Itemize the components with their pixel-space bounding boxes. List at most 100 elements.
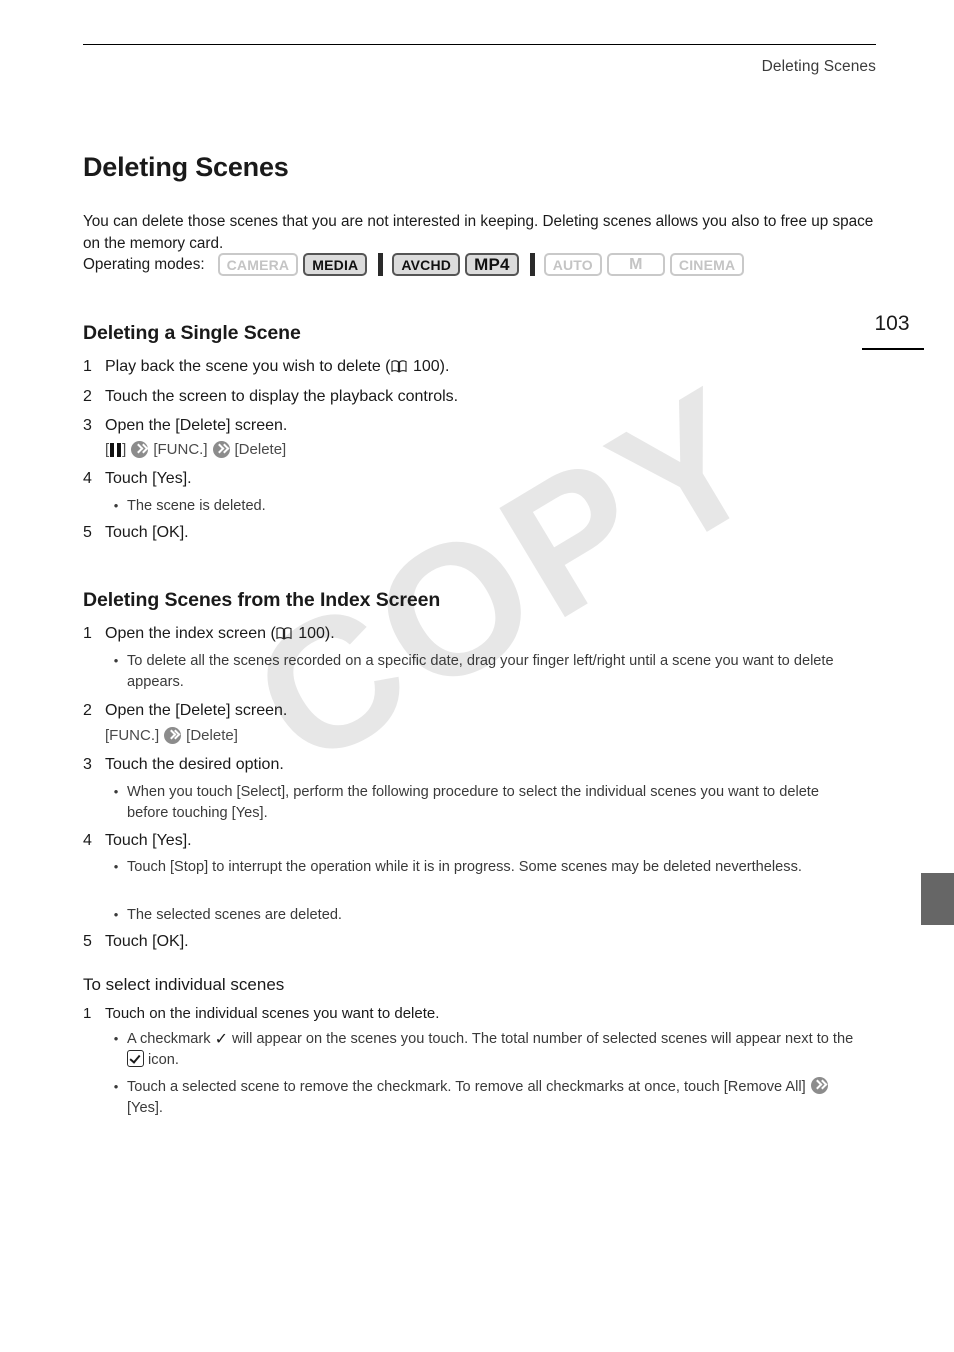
- badge-auto: AUTO: [543, 253, 602, 276]
- menu-func: [FUNC.]: [105, 727, 160, 744]
- checkmark-icon: ✓: [214, 1031, 228, 1048]
- mode-separator-1: [378, 253, 384, 276]
- double-chevron-arrow-icon: [131, 441, 149, 458]
- bullet-dot: •: [113, 784, 119, 799]
- page-number: 103: [874, 312, 910, 335]
- step-number: 5: [83, 933, 92, 950]
- double-chevron-arrow-icon: [212, 441, 230, 458]
- step-text-part: 100).: [408, 358, 450, 375]
- bullet-text-part: [Yes].: [127, 1100, 163, 1117]
- step-text-part: Open the index screen (: [105, 625, 276, 642]
- page-number-rule: [862, 348, 924, 350]
- step-number: 1: [83, 625, 92, 642]
- bullet-text: To delete all the scenes recorded on a s…: [127, 653, 834, 691]
- step-single-3: 3 Open the [Delete] screen.: [83, 416, 287, 437]
- badge-manual: M: [606, 253, 665, 276]
- double-chevron-arrow-icon: [164, 727, 182, 744]
- badge-cinema: CINEMA: [669, 253, 745, 276]
- step-text: Touch the screen to display the playback…: [105, 388, 459, 405]
- bullet-dot: •: [113, 1031, 119, 1046]
- bullet-text: A checkmark ✓ will appear on the scenes …: [127, 1029, 862, 1071]
- book-icon: [390, 359, 407, 373]
- step-text: Play back the scene you wish to delete (…: [105, 357, 449, 378]
- step-number: 2: [83, 388, 92, 405]
- step-text: Touch [Yes].: [105, 470, 192, 487]
- document-page: COPY Deleting Scenes 103 Deleting Scenes…: [0, 0, 954, 1352]
- bullet-index-4-1: • Touch [Stop] to interrupt the operatio…: [105, 857, 855, 878]
- badge-mp4: MP4: [465, 253, 519, 276]
- header-rule: [83, 44, 876, 45]
- badge-media: MEDIA: [303, 253, 368, 276]
- bullet-dot: •: [113, 1079, 119, 1094]
- menu-func: [FUNC.]: [153, 441, 208, 458]
- step-number: 3: [83, 417, 92, 434]
- step-number: 2: [83, 702, 92, 719]
- bullet-dot: •: [113, 907, 119, 922]
- bullet-text: Touch [Stop] to interrupt the operation …: [127, 859, 802, 875]
- bracket-close: ]: [122, 441, 127, 458]
- bullet-text: When you touch [Select], perform the fol…: [127, 784, 819, 822]
- step-index-1: 1 Open the index screen ( 100).: [83, 624, 335, 645]
- step-text: Touch [OK].: [105, 933, 189, 950]
- bullet-index-3-1: • When you touch [Select], perform the f…: [105, 782, 860, 824]
- bullet-dot: •: [113, 498, 119, 513]
- step-index-4: 4 Touch [Yes].: [83, 831, 192, 852]
- menu-delete: [Delete]: [234, 441, 287, 458]
- bullet-text-part: icon.: [144, 1052, 179, 1069]
- step-single-4: 4 Touch [Yes].: [83, 469, 192, 490]
- badge-avchd: AVCHD: [392, 253, 461, 276]
- step-text: Touch [Yes].: [105, 832, 192, 849]
- menu-path-index-2: [FUNC.] [Delete]: [105, 727, 238, 744]
- running-head: Deleting Scenes: [761, 58, 876, 75]
- step-select-1: 1 Touch on the individual scenes you wan…: [83, 1004, 439, 1024]
- step-text: Touch the desired option.: [105, 756, 284, 773]
- step-single-1: 1 Play back the scene you wish to delete…: [83, 357, 449, 378]
- menu-delete: [Delete]: [186, 727, 238, 744]
- step-index-2: 2 Open the [Delete] screen.: [83, 701, 287, 722]
- checkbox-checked-icon: [127, 1050, 144, 1068]
- pause-icon: [109, 442, 122, 457]
- step-number: 5: [83, 524, 92, 541]
- bullet-index-1-1: • To delete all the scenes recorded on a…: [105, 651, 865, 693]
- operating-modes-row: Operating modes: CAMERA MEDIA AVCHD MP4 …: [83, 253, 749, 276]
- step-single-5: 5 Touch [OK].: [83, 523, 189, 544]
- bullet-text: Touch a selected scene to remove the che…: [127, 1077, 860, 1119]
- bullet-index-4-2: • The selected scenes are deleted.: [105, 905, 855, 926]
- step-text-part: 100).: [293, 625, 335, 642]
- bullet-text: The scene is deleted.: [127, 498, 266, 514]
- bullet-text-part: Touch a selected scene to remove the che…: [127, 1079, 806, 1095]
- section-heading-index-screen: Deleting Scenes from the Index Screen: [83, 589, 441, 611]
- step-text: Open the index screen ( 100).: [105, 624, 335, 645]
- section-heading-single-scene: Deleting a Single Scene: [83, 322, 301, 344]
- step-number: 3: [83, 756, 92, 773]
- step-text-part: Play back the scene you wish to delete (: [105, 358, 391, 375]
- badge-camera: CAMERA: [217, 253, 299, 276]
- operating-modes-label: Operating modes:: [83, 255, 205, 273]
- bullet-dot: •: [113, 653, 119, 668]
- double-chevron-arrow-icon: [810, 1077, 828, 1094]
- page-title: Deleting Scenes: [83, 152, 289, 182]
- menu-path-single-3: [] [FUNC.] [Delete]: [105, 441, 286, 458]
- step-index-3: 3 Touch the desired option.: [83, 755, 284, 776]
- bullet-text-part: will appear on the scenes you touch. The…: [228, 1031, 854, 1047]
- step-number: 4: [83, 470, 92, 487]
- bullet-text-part: A checkmark: [127, 1031, 215, 1047]
- intro-paragraph: You can delete those scenes that you are…: [83, 213, 874, 253]
- bullet-select-1-1: • A checkmark ✓ will appear on the scene…: [105, 1029, 862, 1071]
- copy-watermark: COPY: [220, 347, 797, 807]
- step-text: Open the [Delete] screen.: [105, 702, 288, 719]
- book-icon: [276, 626, 292, 640]
- bullet-text: The selected scenes are deleted.: [127, 907, 342, 923]
- mode-separator-2: [529, 253, 535, 276]
- step-number: 1: [83, 1005, 92, 1022]
- step-text: Touch on the individual scenes you want …: [105, 1005, 440, 1022]
- step-number: 1: [83, 358, 92, 375]
- bullet-single-4-1: • The scene is deleted.: [105, 496, 865, 517]
- step-text: Open the [Delete] screen.: [105, 417, 288, 434]
- step-index-5: 5 Touch [OK].: [83, 932, 189, 953]
- step-number: 4: [83, 832, 92, 849]
- bullet-dot: •: [113, 859, 119, 874]
- bullet-select-1-2: • Touch a selected scene to remove the c…: [105, 1077, 860, 1119]
- step-text: Touch [OK].: [105, 524, 189, 541]
- step-single-2: 2 Touch the screen to display the playba…: [83, 387, 458, 408]
